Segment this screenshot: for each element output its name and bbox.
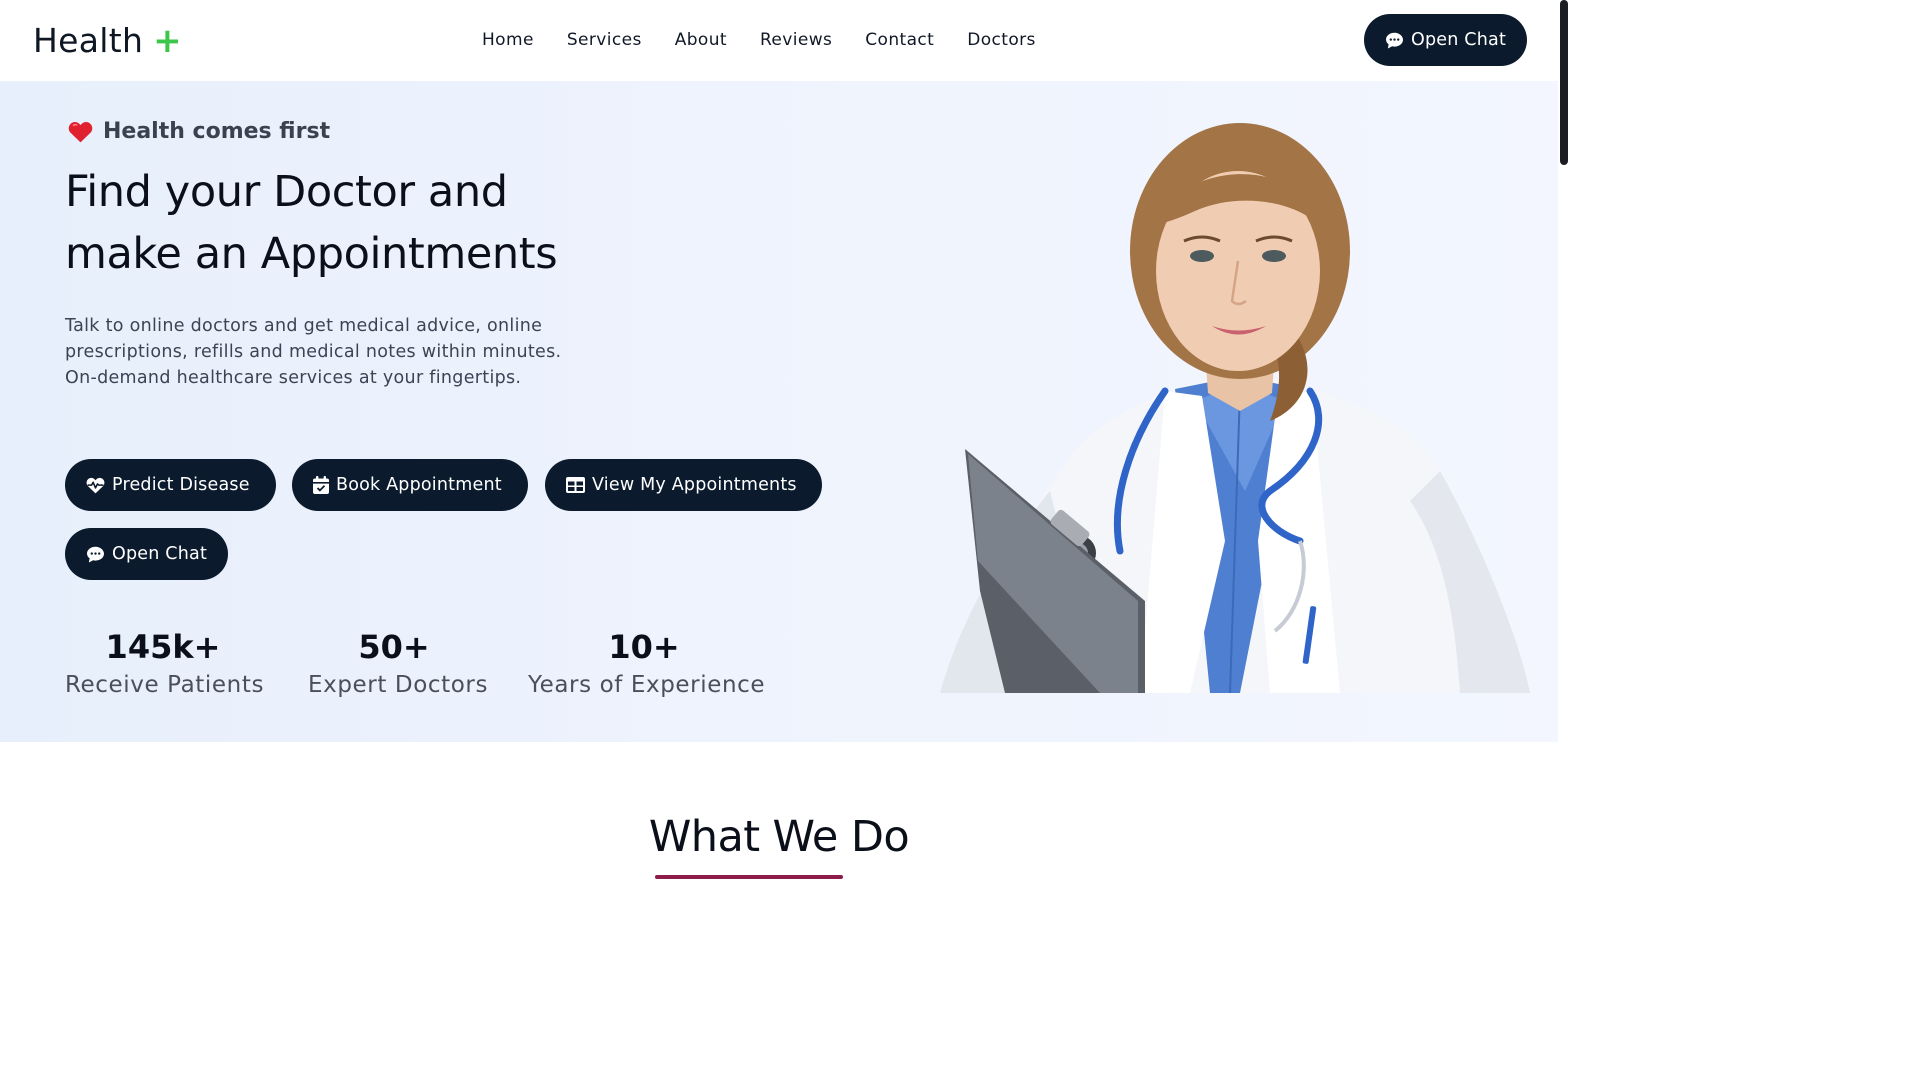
- stat-value: 50+: [358, 628, 430, 666]
- predict-disease-button[interactable]: Predict Disease: [65, 459, 276, 511]
- book-appointment-label: Book Appointment: [336, 475, 502, 495]
- stat-label: Receive Patients: [65, 672, 265, 698]
- stat-value: 145k+: [105, 628, 221, 666]
- view-appointments-label: View My Appointments: [592, 475, 797, 495]
- nav-reviews[interactable]: Reviews: [760, 30, 832, 50]
- chat-bubble-icon: [1386, 32, 1403, 48]
- hero-headline: Find your Doctor and make an Appointment…: [65, 161, 625, 285]
- stat-label: Years of Experience: [528, 672, 766, 698]
- table-icon: [566, 477, 585, 493]
- hero-open-chat-button[interactable]: Open Chat: [65, 528, 228, 580]
- headline-line-2: make an Appointments: [65, 229, 558, 279]
- stat-experience: 10+ Years of Experience: [528, 627, 766, 698]
- stats-row: 145k+ Receive Patients 50+ Expert Doctor…: [65, 627, 785, 717]
- tagline: Health comes first: [68, 119, 330, 144]
- predict-disease-label: Predict Disease: [112, 475, 250, 495]
- heart-icon: [68, 121, 93, 142]
- section-title: What We Do: [648, 812, 910, 862]
- scrollbar-thumb[interactable]: [1560, 0, 1568, 165]
- calendar-icon: [313, 476, 329, 494]
- tagline-text: Health comes first: [103, 119, 331, 144]
- main-nav: Home Services About Reviews Contact Doct…: [482, 30, 1036, 50]
- logo-text: Health: [33, 21, 144, 60]
- site-header: Health + Home Services About Reviews Con…: [0, 0, 1558, 81]
- logo-plus-icon: +: [153, 20, 182, 61]
- stat-doctors: 50+ Expert Doctors: [308, 627, 489, 698]
- heart-pulse-icon: [86, 477, 105, 493]
- hero-open-chat-label: Open Chat: [112, 544, 207, 564]
- nav-contact[interactable]: Contact: [865, 30, 934, 50]
- nav-home[interactable]: Home: [482, 30, 534, 50]
- book-appointment-button[interactable]: Book Appointment: [292, 459, 528, 511]
- header-open-chat-button[interactable]: Open Chat: [1364, 14, 1527, 66]
- section-title-underline: [655, 875, 843, 879]
- nav-doctors[interactable]: Doctors: [967, 30, 1036, 50]
- stat-label: Expert Doctors: [308, 672, 489, 698]
- chat-bubble-icon: [87, 546, 104, 562]
- hero-description: Talk to online doctors and get medical a…: [65, 316, 562, 388]
- stat-patients: 145k+ Receive Patients: [65, 627, 265, 698]
- header-open-chat-label: Open Chat: [1411, 30, 1506, 50]
- headline-line-1: Find your Doctor and: [65, 167, 508, 217]
- doctor-image: [940, 123, 1530, 693]
- view-appointments-button[interactable]: View My Appointments: [545, 459, 822, 511]
- stat-value: 10+: [608, 628, 680, 666]
- logo[interactable]: Health +: [33, 21, 182, 60]
- nav-services[interactable]: Services: [567, 30, 642, 50]
- hero-section: Health comes first Find your Doctor and …: [0, 81, 1558, 742]
- nav-about[interactable]: About: [675, 30, 727, 50]
